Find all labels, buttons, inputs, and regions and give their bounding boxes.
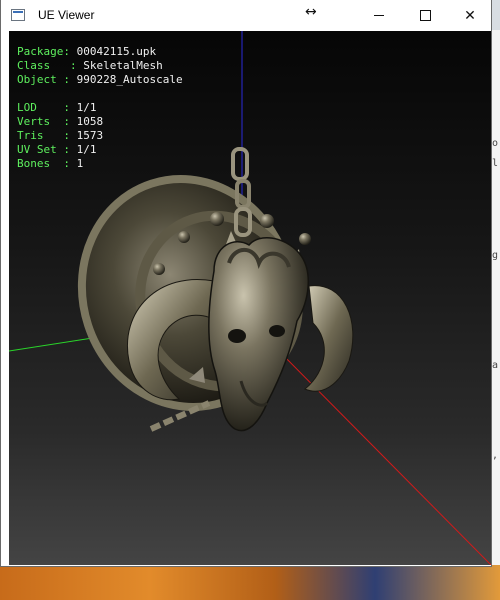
info-row-lod: LOD : 1/1 (17, 101, 97, 114)
minimize-icon (374, 15, 384, 16)
ue-viewer-window: UE Viewer ↔ ✕ Package: 00042115.upk Clas… (0, 0, 492, 567)
mesh-info-panel: Package: 00042115.upk Class : SkeletalMes… (17, 45, 183, 171)
maximize-button[interactable] (402, 0, 448, 31)
minimize-button[interactable] (356, 0, 402, 31)
info-label: Verts (17, 115, 51, 128)
rivet (178, 231, 190, 243)
resize-cursor-icon: ↔ (305, 4, 317, 20)
info-value: 1/1 (76, 143, 97, 156)
info-value: SkeletalMesh (83, 59, 163, 72)
info-value: 1/1 (76, 101, 97, 114)
info-value: 1 (76, 157, 84, 170)
info-label: Bones (17, 157, 51, 170)
axis-x-line (270, 342, 491, 565)
rivet (299, 233, 311, 245)
rivet (260, 214, 274, 228)
info-label: Package (17, 45, 64, 58)
info-label: Tris (17, 129, 44, 142)
title-bar[interactable]: UE Viewer ↔ ✕ (1, 0, 491, 31)
ram-eye (269, 325, 285, 337)
rivet (153, 263, 165, 275)
window-title: UE Viewer (38, 8, 95, 22)
ram-horn-right (304, 285, 354, 392)
close-icon: ✕ (464, 7, 476, 24)
rivet (210, 212, 224, 226)
3d-viewport[interactable]: Package: 00042115.upk Class : SkeletalMes… (9, 31, 491, 565)
info-row-uvset: UV Set : 1/1 (17, 143, 97, 156)
info-row-object: Object : 990228_Autoscale (17, 73, 183, 86)
info-row-verts: Verts : 1058 (17, 115, 104, 128)
ram-eye (228, 329, 246, 343)
info-value: 00042115.upk (76, 45, 157, 58)
info-value: 1058 (76, 115, 104, 128)
chain-link (231, 147, 249, 181)
desktop-background-image (0, 565, 500, 600)
info-label: Object (17, 73, 57, 86)
info-label: Class (17, 59, 51, 72)
info-row-class: Class : SkeletalMesh (17, 59, 163, 72)
info-row-bones: Bones : 1 (17, 157, 84, 170)
info-row-package: Package: 00042115.upk (17, 45, 157, 58)
maximize-icon (419, 10, 431, 21)
app-window-icon (11, 9, 25, 21)
info-label: LOD (17, 101, 37, 114)
info-label: UV Set (17, 143, 57, 156)
info-value: 990228_Autoscale (76, 73, 183, 86)
info-row-tris: Tris : 1573 (17, 129, 104, 142)
close-button[interactable]: ✕ (447, 0, 493, 31)
info-value: 1573 (76, 129, 104, 142)
